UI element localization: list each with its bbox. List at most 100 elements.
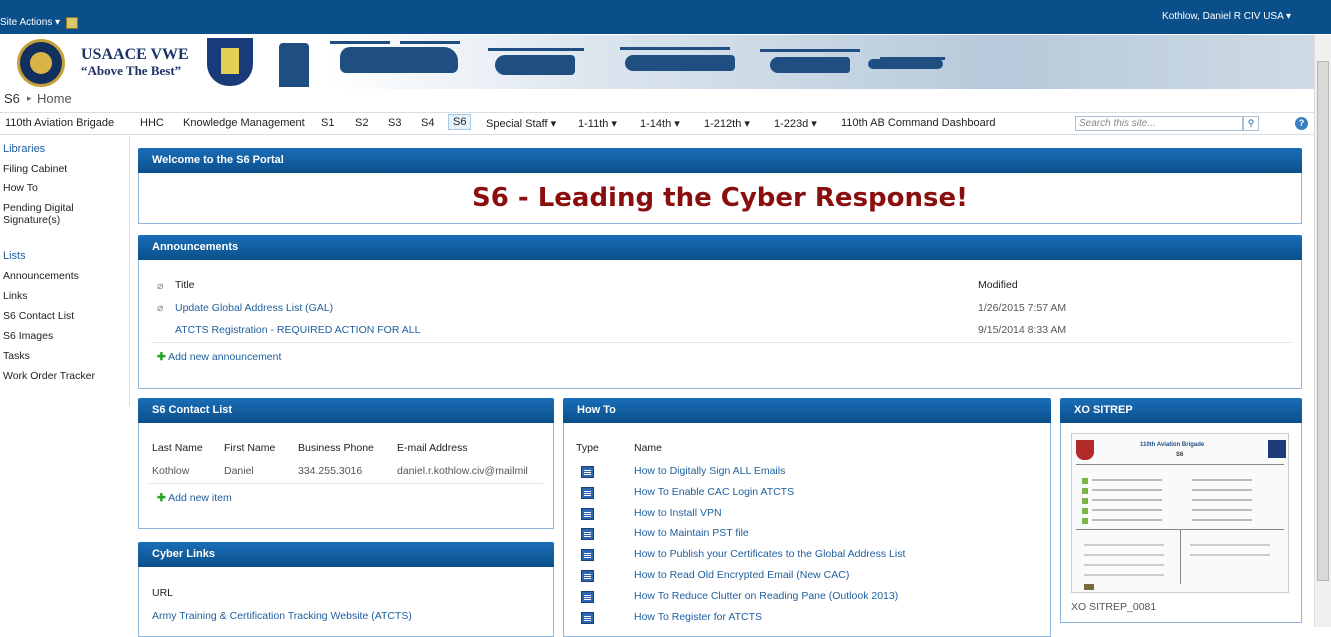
nav-s4[interactable]: S4 <box>421 117 434 129</box>
sitrep-caption[interactable]: XO SITREP_0081 <box>1071 601 1156 613</box>
how-to-link[interactable]: How To Enable CAC Login ATCTS <box>634 486 794 498</box>
contact-list-title[interactable]: S6 Contact List <box>138 398 554 423</box>
vertical-scrollbar[interactable] <box>1314 35 1331 627</box>
column-header-title[interactable]: Title <box>175 279 194 291</box>
chinook-helicopter-icon <box>340 47 458 73</box>
how-to-link[interactable]: How To Reduce Clutter on Reading Pane (O… <box>634 590 898 602</box>
quicklaunch-lists-header[interactable]: Lists <box>3 250 26 262</box>
search-input[interactable]: Search this site... <box>1075 116 1243 131</box>
sitrep-image[interactable]: 110th Aviation Brigade S6 <box>1071 433 1289 593</box>
welcome-title: Welcome to the S6 Portal <box>138 148 1302 173</box>
aviation-wings-icon <box>1084 584 1094 590</box>
how-to-link[interactable]: How to Install VPN <box>634 507 722 519</box>
attachment-icon: ⌀ <box>157 280 164 292</box>
drone-icon <box>868 59 943 69</box>
word-document-icon <box>581 528 594 540</box>
cyber-link[interactable]: Army Training & Certification Tracking W… <box>152 610 412 622</box>
nav-1-212th[interactable]: 1-212th ▾ <box>704 117 750 130</box>
site-motto: “Above The Best” <box>81 63 182 78</box>
add-new-announcement-link[interactable]: ✚ Add new announcement <box>157 351 281 363</box>
quick-launch: Libraries Filing Cabinet How To Pending … <box>0 136 130 406</box>
quicklaunch-item[interactable]: Announcements <box>3 270 79 282</box>
site-actions-menu[interactable]: Site Actions ▾ <box>0 17 60 28</box>
sitrep-brigade-label: 110th Aviation Brigade <box>1140 442 1205 448</box>
announcement-link[interactable]: Update Global Address List (GAL) <box>175 302 333 314</box>
quicklaunch-item[interactable]: How To <box>3 182 38 194</box>
breadcrumb-arrow-icon: ▸ <box>27 93 32 103</box>
cyber-links-title[interactable]: Cyber Links <box>138 542 554 567</box>
nav-s3[interactable]: S3 <box>388 117 401 129</box>
nav-s2[interactable]: S2 <box>355 117 368 129</box>
quicklaunch-item[interactable]: Work Order Tracker <box>3 370 95 382</box>
column-header-name[interactable]: Name <box>634 442 662 454</box>
announcements-title[interactable]: Announcements <box>138 235 1302 260</box>
xo-sitrep-title[interactable]: XO SITREP <box>1060 398 1302 423</box>
nav-s1[interactable]: S1 <box>321 117 334 129</box>
announcement-link[interactable]: ATCTS Registration - REQUIRED ACTION FOR… <box>175 324 420 336</box>
column-header-email[interactable]: E-mail Address <box>397 442 468 454</box>
xo-sitrep-webpart: XO SITREP 110th Aviation Brigade S6 XO S… <box>1060 398 1302 623</box>
nav-knowledge-management[interactable]: Knowledge Management <box>183 117 305 129</box>
how-to-link[interactable]: How to Read Old Encrypted Email (New CAC… <box>634 569 849 581</box>
add-icon: ✚ <box>157 492 166 504</box>
quicklaunch-libraries-header[interactable]: Libraries <box>3 143 45 155</box>
how-to-link[interactable]: How To Register for ATCTS <box>634 611 762 623</box>
column-header-last-name[interactable]: Last Name <box>152 442 203 454</box>
control-tower-icon <box>279 43 309 87</box>
column-header-url[interactable]: URL <box>152 587 173 599</box>
word-document-icon <box>581 591 594 603</box>
user-menu[interactable]: Kothlow, Daniel R CIV USA ▾ <box>1162 11 1291 22</box>
sitrep-unit-label: S6 <box>1176 452 1184 458</box>
kiowa-helicopter-icon <box>770 57 850 73</box>
breadcrumb-site[interactable]: S6 <box>4 91 20 106</box>
how-to-link[interactable]: How to Publish your Certificates to the … <box>634 548 905 560</box>
column-header-modified[interactable]: Modified <box>978 279 1018 291</box>
site-title[interactable]: USAACE VWE <box>81 46 189 64</box>
top-bar: Site Actions ▾ Kothlow, Daniel R CIV USA… <box>0 0 1331 34</box>
column-header-first-name[interactable]: First Name <box>224 442 275 454</box>
help-icon[interactable]: ? <box>1295 117 1308 130</box>
quicklaunch-item[interactable]: Tasks <box>3 350 30 362</box>
navigate-up-icon[interactable] <box>66 17 78 29</box>
army-aviation-seal-icon <box>17 39 65 87</box>
nav-110th-aviation-brigade[interactable]: 110th Aviation Brigade <box>5 117 114 129</box>
quicklaunch-item[interactable]: S6 Images <box>3 330 53 342</box>
column-header-business-phone[interactable]: Business Phone <box>298 442 374 454</box>
site-banner: USAACE VWE “Above The Best” <box>0 35 1314 89</box>
nav-special-staff[interactable]: Special Staff ▾ <box>486 117 556 130</box>
nav-s6[interactable]: S6 <box>448 114 472 130</box>
word-document-icon <box>581 549 594 561</box>
unit-insignia-icon <box>1268 440 1286 458</box>
attachment-icon: ⌀ <box>157 302 164 314</box>
welcome-heading: S6 - Leading the Cyber Response! <box>471 183 968 213</box>
word-document-icon <box>581 487 594 499</box>
breadcrumb-page: Home <box>37 91 72 106</box>
nav-1-11th[interactable]: 1-11th ▾ <box>578 117 617 130</box>
word-document-icon <box>581 612 594 624</box>
word-document-icon <box>581 508 594 520</box>
contact-phone: 334.255.3016 <box>298 465 363 477</box>
scrollbar-thumb[interactable] <box>1317 61 1329 581</box>
column-header-type[interactable]: Type <box>576 442 599 454</box>
top-navigation: 110th Aviation Brigade HHC Knowledge Man… <box>0 112 1314 135</box>
how-to-link[interactable]: How to Maintain PST file <box>634 527 749 539</box>
nav-110th-ab-command-dashboard[interactable]: 110th AB Command Dashboard <box>841 117 996 129</box>
add-new-item-link[interactable]: ✚ Add new item <box>157 492 232 504</box>
contact-email[interactable]: daniel.r.kothlow.civ@mailmil <box>397 465 528 477</box>
quicklaunch-item[interactable]: S6 Contact List <box>3 310 74 322</box>
brigade-crest-icon <box>1076 440 1094 460</box>
blackhawk-helicopter-icon <box>495 55 575 75</box>
how-to-title[interactable]: How To <box>563 398 1051 423</box>
quicklaunch-item[interactable]: Filing Cabinet <box>3 163 67 175</box>
welcome-webpart: Welcome to the S6 Portal S6 - Leading th… <box>138 148 1302 224</box>
nav-hhc[interactable]: HHC <box>140 117 164 129</box>
how-to-link[interactable]: How to Digitally Sign ALL Emails <box>634 465 785 477</box>
nav-1-14th[interactable]: 1-14th ▾ <box>640 117 680 130</box>
contact-last-name[interactable]: Kothlow <box>152 465 189 477</box>
quicklaunch-item[interactable]: Pending Digital Signature(s) <box>3 202 93 226</box>
search-icon[interactable]: ⚲ <box>1243 116 1259 131</box>
announcement-modified: 9/15/2014 8:33 AM <box>978 324 1067 336</box>
nav-1-223d[interactable]: 1-223d ▾ <box>774 117 817 130</box>
cyber-links-webpart: Cyber Links URL Army Training & Certific… <box>138 542 554 637</box>
quicklaunch-item[interactable]: Links <box>3 290 28 302</box>
